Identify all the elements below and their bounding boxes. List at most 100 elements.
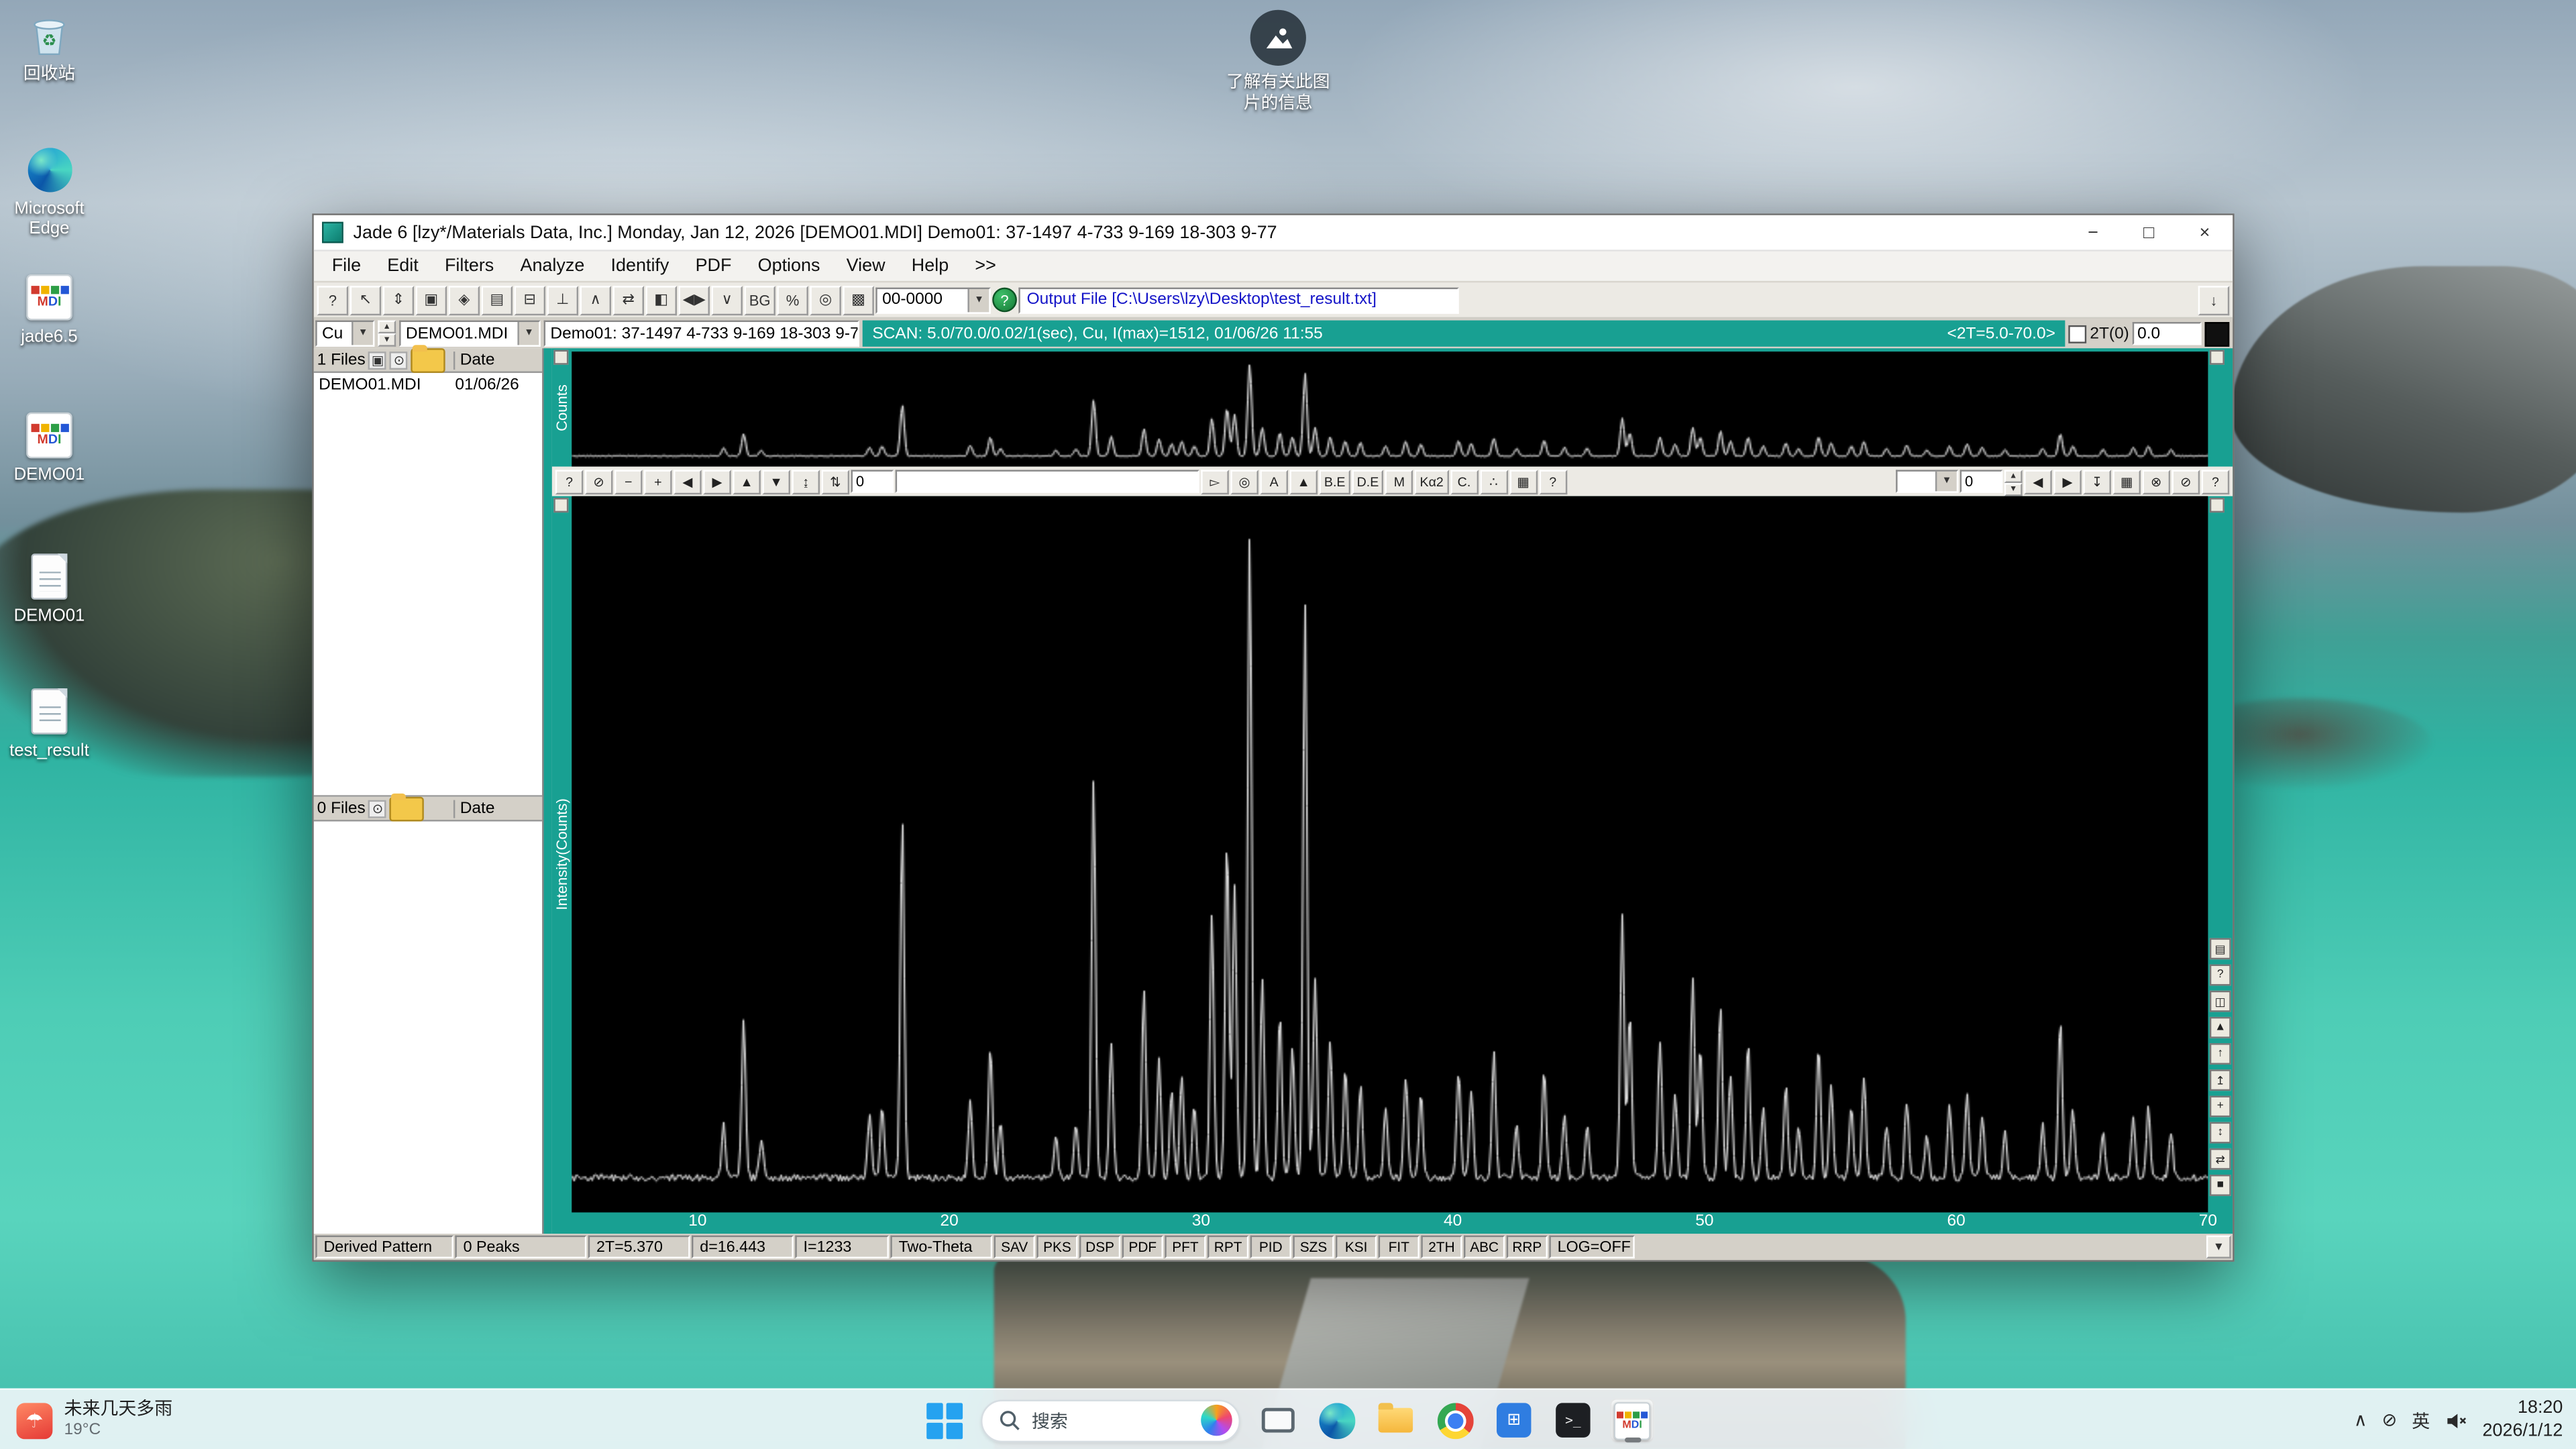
- chart-tool-button[interactable]: ⊗: [2142, 469, 2170, 494]
- status-log-toggle[interactable]: LOG=OFF: [1549, 1236, 1634, 1258]
- status-toggle[interactable]: PKS: [1036, 1236, 1077, 1258]
- toolbar-button[interactable]: ▣: [416, 285, 447, 315]
- chart-tool-button[interactable]: ↧: [2083, 469, 2111, 494]
- chart-tool-button[interactable]: ▶: [2053, 469, 2082, 494]
- status-peaks[interactable]: 0 Peaks: [455, 1236, 586, 1258]
- output-file-box[interactable]: Output File [C:\Users\lzy\Desktop\test_r…: [1018, 286, 1458, 313]
- side-tool-button[interactable]: ▲: [2210, 1017, 2231, 1038]
- pane-handle[interactable]: [553, 350, 568, 365]
- menu-item[interactable]: Analyze: [507, 256, 598, 276]
- toolbar-button[interactable]: ◀▶: [678, 285, 710, 315]
- chart-tool-button[interactable]: ?: [2202, 469, 2230, 494]
- taskbar-chrome[interactable]: [1433, 1398, 1477, 1442]
- date-column-header[interactable]: Date: [453, 351, 539, 369]
- pdf-number-select[interactable]: 00-0000▼: [875, 286, 990, 313]
- toolbar-button[interactable]: ◈: [449, 285, 480, 315]
- menu-item[interactable]: Identify: [598, 256, 682, 276]
- offset-value-input[interactable]: [1960, 470, 2003, 492]
- toolbar-button[interactable]: ⇕: [383, 285, 415, 315]
- toolbar-button[interactable]: ⊥: [547, 285, 579, 315]
- status-derived-pattern[interactable]: Derived Pattern: [315, 1236, 453, 1258]
- toolbar-button[interactable]: ↖: [350, 285, 382, 315]
- side-tool-button[interactable]: ▤: [2210, 938, 2231, 959]
- desktop-icon-jade[interactable]: MDI jade6.5: [0, 273, 99, 347]
- chart-tool-button[interactable]: ▻: [1201, 469, 1229, 494]
- toolbar-button[interactable]: ∨: [711, 285, 743, 315]
- desktop-icon-demo01-mdi[interactable]: MDI DEMO01: [0, 411, 99, 484]
- toolbar-button[interactable]: ⇄: [612, 285, 644, 315]
- task-view-button[interactable]: [1255, 1398, 1299, 1442]
- status-toggle[interactable]: SZS: [1293, 1236, 1334, 1258]
- chart-tool-button[interactable]: ⊘: [2172, 469, 2200, 494]
- taskbar-jade-active[interactable]: MDI: [1610, 1398, 1654, 1442]
- scale-select[interactable]: ▼: [1896, 470, 1958, 492]
- status-toggle[interactable]: SAV: [994, 1236, 1035, 1258]
- anode-select[interactable]: Cu▼: [315, 321, 374, 347]
- file-select[interactable]: DEMO01.MDI▼: [399, 321, 541, 347]
- toolbar-button[interactable]: ▤: [482, 285, 513, 315]
- side-tool-button[interactable]: ↕: [2210, 1122, 2231, 1144]
- side-tool-button[interactable]: +: [2210, 1095, 2231, 1117]
- desktop-icon-edge[interactable]: Microsoft Edge: [0, 145, 99, 239]
- side-tool-button[interactable]: ?: [2210, 965, 2231, 986]
- eye-icon[interactable]: ⊙: [369, 799, 387, 817]
- chart-tool-button[interactable]: ◎: [1230, 469, 1258, 494]
- pane-handle[interactable]: [553, 498, 568, 513]
- side-tool-button[interactable]: ↥: [2210, 1069, 2231, 1091]
- file-list2-header[interactable]: 0 Files ⊙ Date: [314, 797, 542, 822]
- title-bar[interactable]: Jade 6 [lzy*/Materials Data, Inc.] Monda…: [314, 215, 2233, 252]
- file-list-header[interactable]: 1 Files ▣ ⊙ Date: [314, 348, 542, 373]
- pane-handle[interactable]: [2210, 350, 2224, 365]
- status-toggle[interactable]: PFT: [1165, 1236, 1205, 1258]
- menu-item[interactable]: View: [833, 256, 898, 276]
- toolbar-button[interactable]: ◧: [645, 285, 677, 315]
- download-button[interactable]: ↓: [2198, 285, 2230, 315]
- chart-tool-button[interactable]: ∴: [1480, 469, 1508, 494]
- overview-chart-canvas[interactable]: [572, 352, 2208, 466]
- taskbar-terminal[interactable]: >_: [1551, 1398, 1595, 1442]
- pane-handle[interactable]: [2210, 498, 2224, 513]
- chart-tool-button[interactable]: ?: [1539, 469, 1567, 494]
- chart-tool-button[interactable]: ▶: [703, 469, 731, 494]
- side-tool-button[interactable]: ⇄: [2210, 1148, 2231, 1170]
- chart-tool-button[interactable]: ⊘: [585, 469, 613, 494]
- date-column-header[interactable]: Date: [453, 799, 539, 817]
- chart-tool-button[interactable]: B.E: [1320, 469, 1350, 494]
- menu-item[interactable]: >>: [962, 256, 1010, 276]
- chart-tool-button[interactable]: ▲: [1289, 469, 1318, 494]
- toolbar-button[interactable]: %: [777, 285, 808, 315]
- taskbar-file-explorer[interactable]: [1373, 1398, 1417, 1442]
- status-toggle[interactable]: RPT: [1208, 1236, 1248, 1258]
- scroll-down-icon[interactable]: ▼: [2206, 1236, 2231, 1258]
- chart-tool-button[interactable]: ?: [555, 469, 584, 494]
- toolbar-button[interactable]: ⊟: [515, 285, 546, 315]
- sort-icon[interactable]: ▣: [369, 351, 387, 369]
- chart-tool-button[interactable]: D.E: [1352, 469, 1383, 494]
- status-toggle[interactable]: 2TH: [1421, 1236, 1462, 1258]
- side-tool-button[interactable]: ■: [2210, 1175, 2231, 1196]
- side-tool-button[interactable]: ◫: [2210, 991, 2231, 1012]
- chart-tool-button[interactable]: ▼: [762, 469, 790, 494]
- menu-item[interactable]: Edit: [374, 256, 432, 276]
- maximize-button[interactable]: □: [2121, 215, 2177, 250]
- chart-tool-button[interactable]: ◀: [674, 469, 702, 494]
- toolbar-button[interactable]: ∧: [580, 285, 611, 315]
- side-tool-button[interactable]: ↑: [2210, 1043, 2231, 1065]
- status-toggle[interactable]: KSI: [1336, 1236, 1377, 1258]
- language-indicator[interactable]: 英: [2412, 1407, 2430, 1434]
- panel-splitter[interactable]: [544, 348, 552, 1234]
- privacy-icon[interactable]: ⊘: [2382, 1409, 2398, 1431]
- chart-command-input[interactable]: [896, 470, 1199, 492]
- start-button[interactable]: [922, 1398, 966, 1442]
- eye-icon[interactable]: ⊙: [390, 351, 409, 369]
- desktop-icon-demo01-file[interactable]: DEMO01: [0, 552, 99, 626]
- chart-tool-button[interactable]: ◀: [2024, 469, 2052, 494]
- minimize-button[interactable]: −: [2065, 215, 2121, 250]
- menu-item[interactable]: File: [319, 256, 374, 276]
- wallpaper-info-widget[interactable]: 了解有关此图 片的信息: [1219, 10, 1337, 115]
- status-toggle[interactable]: DSP: [1079, 1236, 1120, 1258]
- menu-item[interactable]: Filters: [431, 256, 507, 276]
- chart-tool-button[interactable]: ▦: [2112, 469, 2141, 494]
- taskbar-store[interactable]: ⊞: [1492, 1398, 1536, 1442]
- folder-icon[interactable]: [411, 347, 445, 372]
